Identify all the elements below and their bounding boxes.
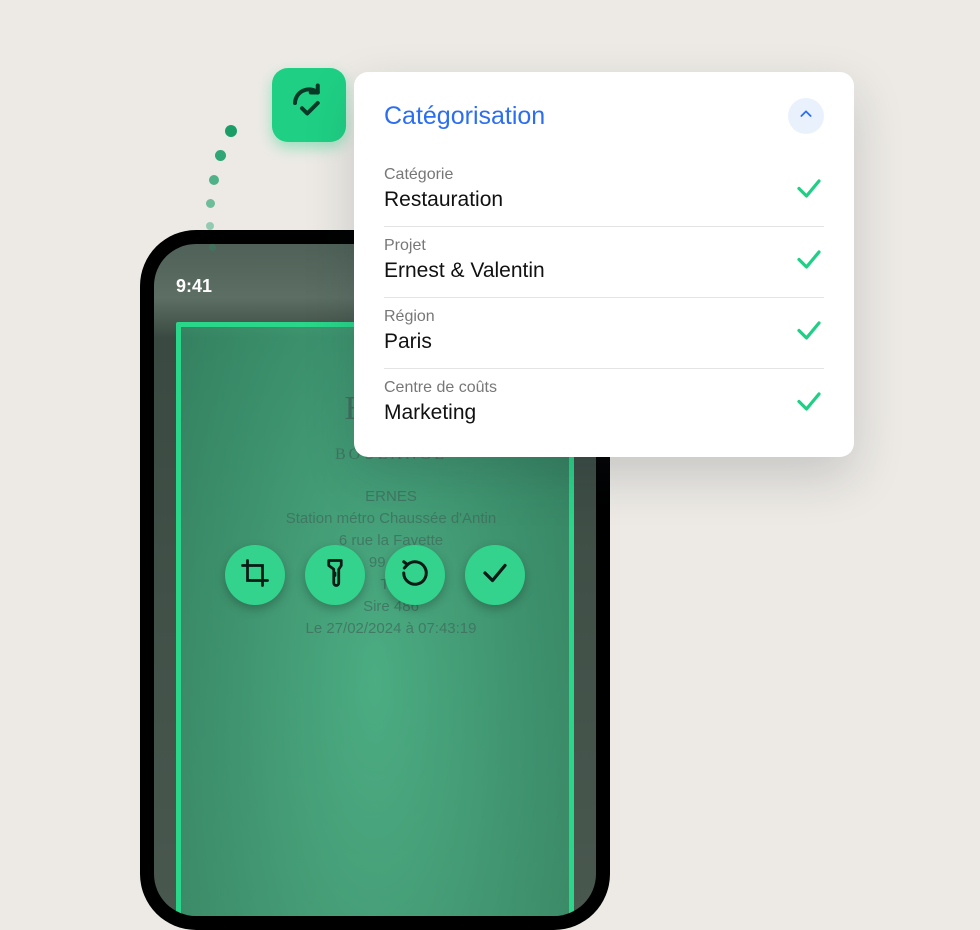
chevron-up-icon: [798, 106, 814, 127]
check-icon: [794, 174, 824, 209]
categorization-card: Catégorisation Catégorie Restauration Pr…: [354, 72, 854, 457]
row-label: Catégorie: [384, 166, 824, 184]
receipt-line: ERNES: [206, 486, 576, 508]
row-label: Centre de coûts: [384, 379, 824, 397]
check-icon: [794, 387, 824, 422]
receipt-line: Le 27/02/2024 à 07:43:19: [206, 618, 576, 640]
flash-button[interactable]: [305, 545, 365, 605]
trail-dot: [206, 222, 214, 230]
crop-icon: [240, 558, 270, 593]
project-row[interactable]: Projet Ernest & Valentin: [384, 227, 824, 298]
check-icon: [794, 316, 824, 351]
check-icon: [480, 558, 510, 593]
row-label: Projet: [384, 237, 824, 255]
scan-actions: [140, 545, 610, 605]
category-row[interactable]: Catégorie Restauration: [384, 156, 824, 227]
receipt-line: Station métro Chaussée d'Antin: [206, 508, 576, 530]
sync-check-icon: [288, 82, 330, 129]
categorization-float-icon: [272, 68, 346, 142]
card-title: Catégorisation: [384, 102, 545, 131]
flashlight-icon: [320, 558, 350, 593]
card-header[interactable]: Catégorisation: [384, 98, 824, 134]
confirm-button[interactable]: [465, 545, 525, 605]
trail-dot: [209, 244, 216, 251]
status-time: 9:41: [176, 276, 212, 297]
collapse-button[interactable]: [788, 98, 824, 134]
row-value: Marketing: [384, 401, 824, 425]
cost-center-row[interactable]: Centre de coûts Marketing: [384, 369, 824, 439]
region-row[interactable]: Région Paris: [384, 298, 824, 369]
trail-dot: [206, 199, 215, 208]
trail-dot: [225, 125, 237, 137]
rotate-button[interactable]: [385, 545, 445, 605]
crop-button[interactable]: [225, 545, 285, 605]
rotate-icon: [400, 558, 430, 593]
check-icon: [794, 245, 824, 280]
trail-dot: [209, 175, 219, 185]
row-value: Ernest & Valentin: [384, 259, 824, 283]
row-value: Paris: [384, 330, 824, 354]
row-label: Région: [384, 308, 824, 326]
row-value: Restauration: [384, 188, 824, 212]
trail-dot: [215, 150, 226, 161]
